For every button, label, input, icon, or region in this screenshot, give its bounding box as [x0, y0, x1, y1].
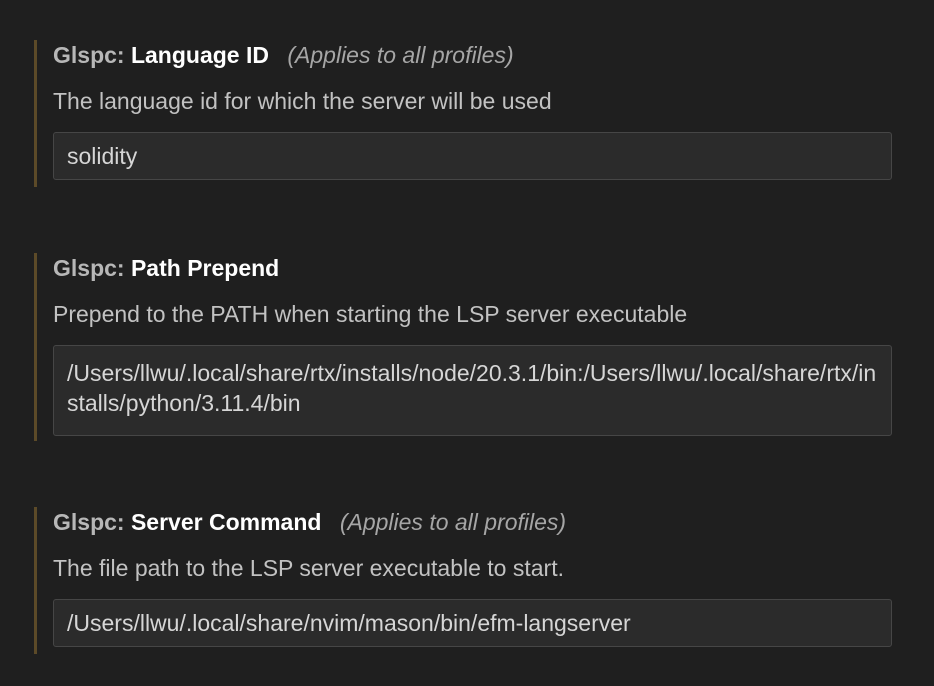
setting-category: Glspc: [53, 42, 125, 68]
server-command-input[interactable] [53, 599, 892, 647]
setting-category: Glspc: [53, 255, 125, 281]
setting-label: Path Prepend [130, 255, 280, 281]
setting-title: Glspc: Language ID (Applies to all profi… [53, 40, 892, 70]
setting-category: Glspc: [53, 509, 125, 535]
setting-description: Prepend to the PATH when starting the LS… [53, 301, 688, 327]
setting-language-id: Glspc: Language ID (Applies to all profi… [34, 40, 892, 187]
setting-title: Glspc: Path Prepend [53, 253, 892, 283]
setting-path-prepend: Glspc: Path Prepend Prepend to the PATH … [34, 253, 892, 441]
setting-scope: (Applies to all profiles) [339, 509, 567, 535]
setting-server-command: Glspc: Server Command (Applies to all pr… [34, 507, 892, 654]
language-id-input[interactable] [53, 132, 892, 180]
setting-title: Glspc: Server Command (Applies to all pr… [53, 507, 892, 537]
setting-description: The file path to the LSP server executab… [53, 555, 564, 581]
setting-label: Server Command [130, 509, 322, 535]
path-prepend-input[interactable]: /Users/llwu/.local/share/rtx/installs/no… [53, 345, 892, 436]
setting-scope: (Applies to all profiles) [287, 42, 514, 68]
setting-description: The language id for which the server wil… [53, 88, 552, 114]
setting-label: Language ID [130, 42, 269, 68]
